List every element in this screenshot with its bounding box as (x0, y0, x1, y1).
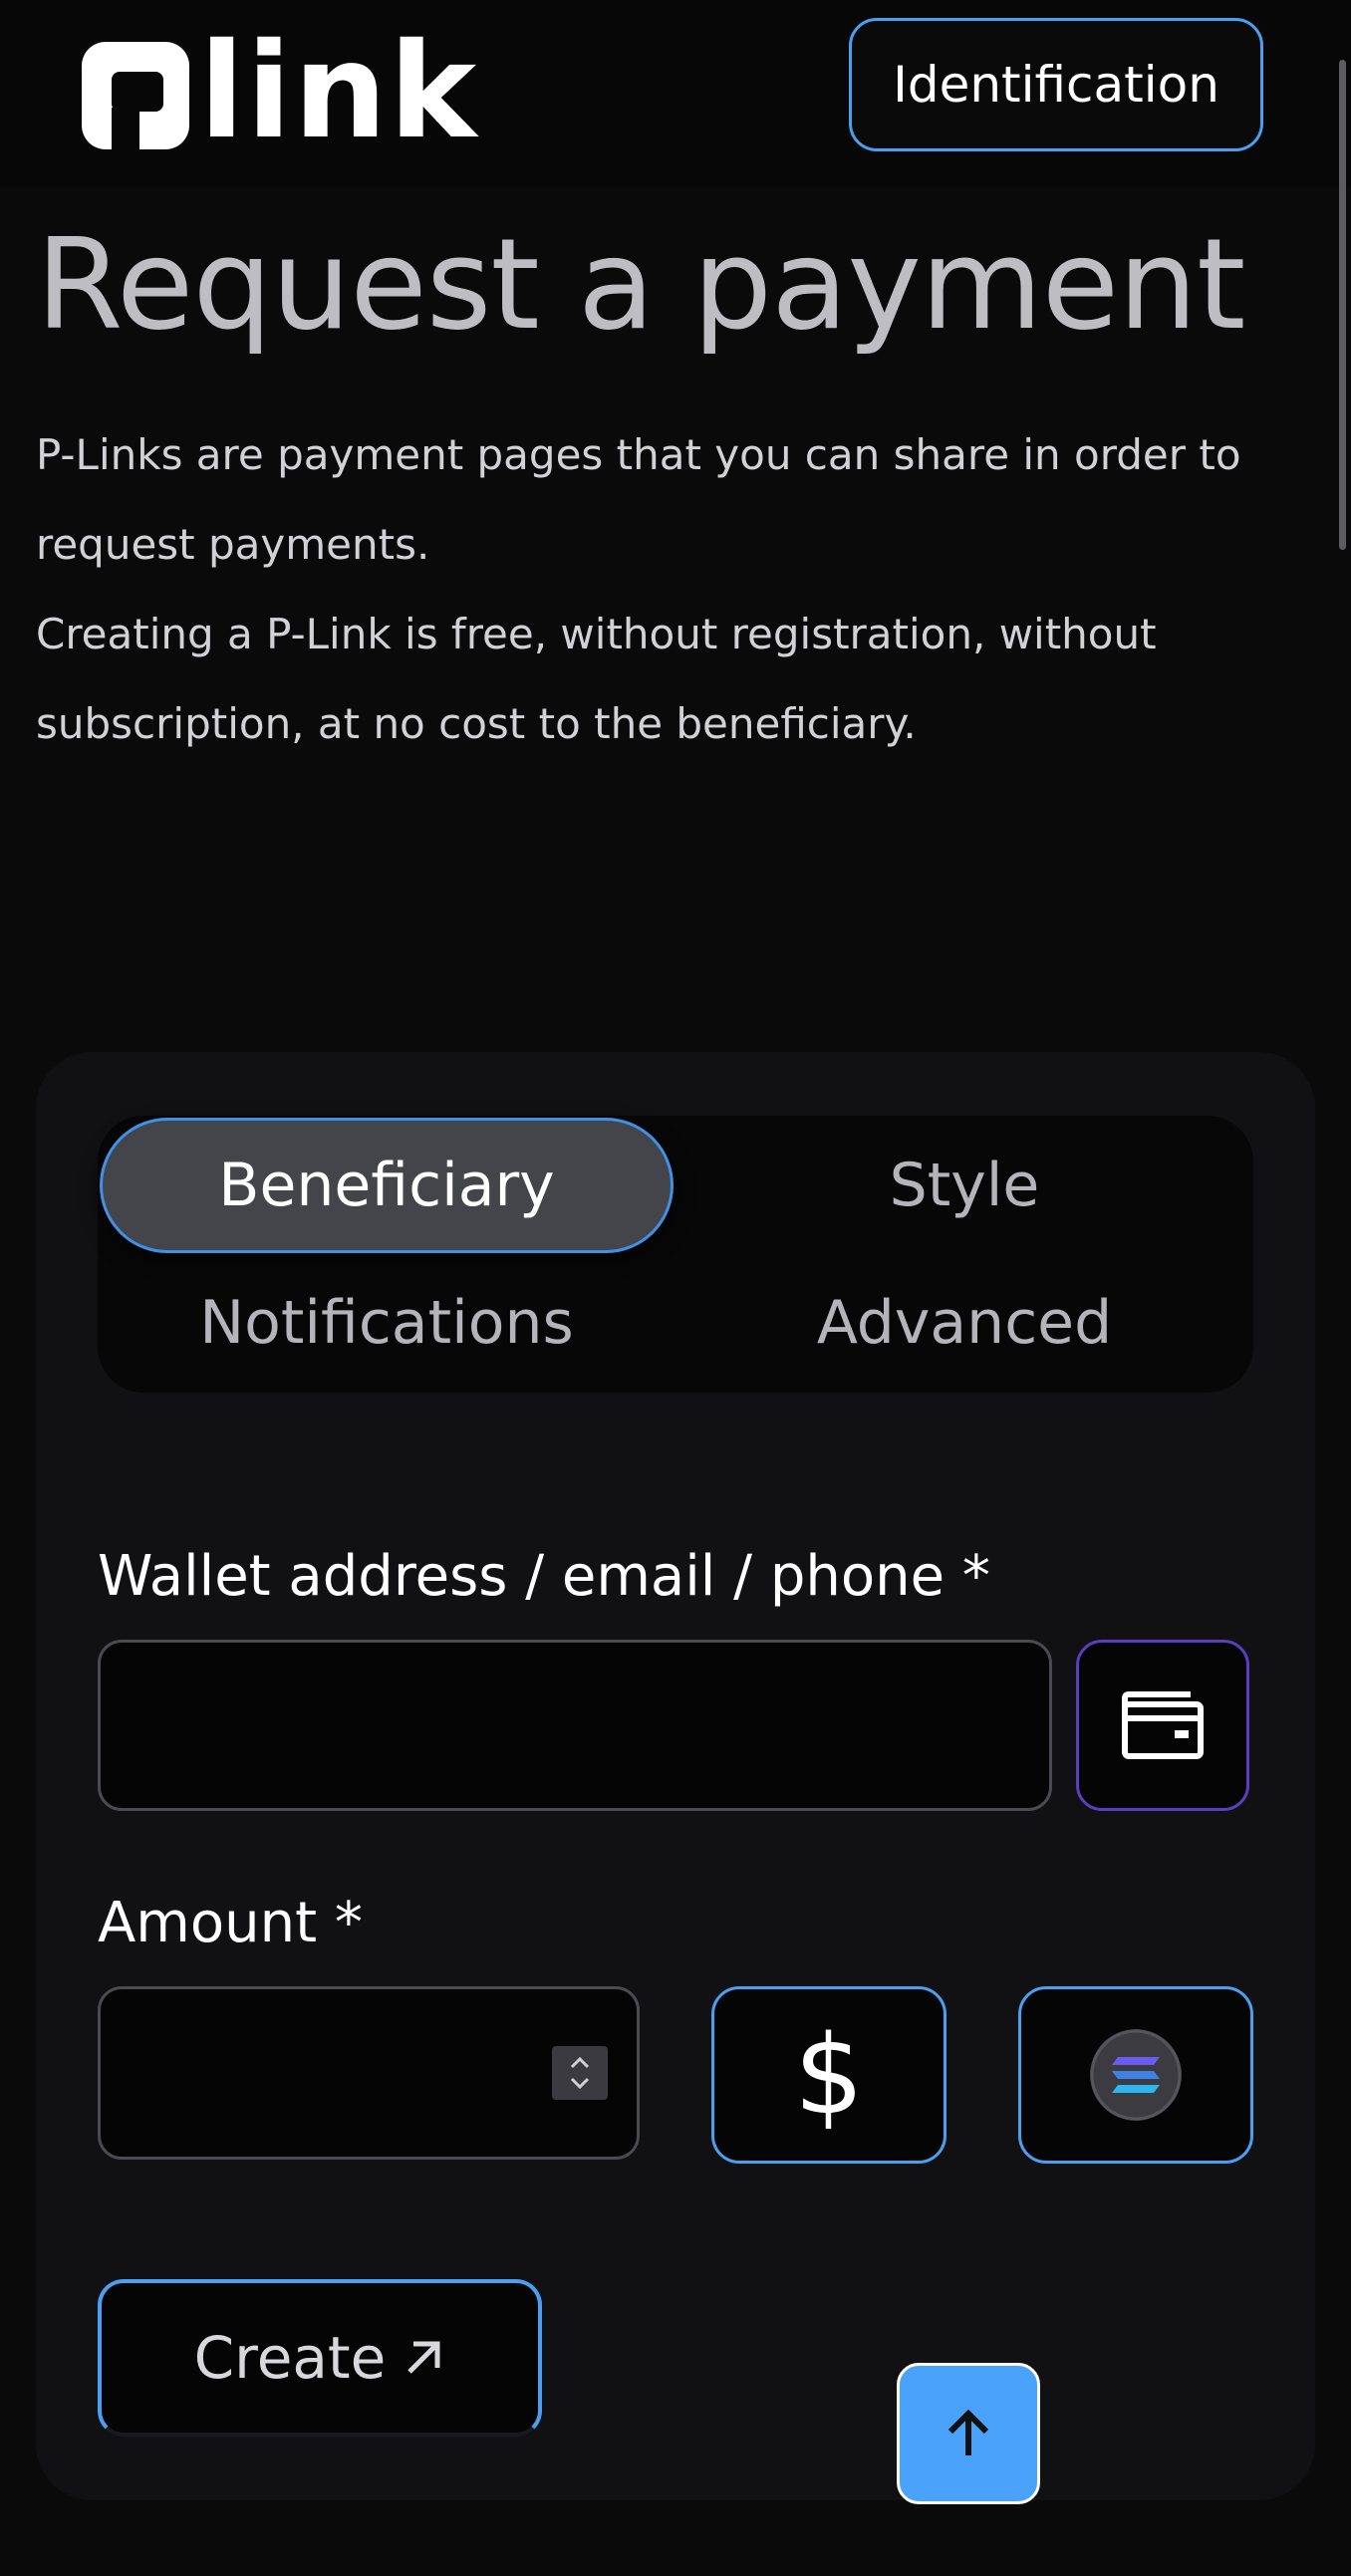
wallet-input-wrapper (98, 1640, 1052, 1811)
form-tabs: Beneficiary Style Notifications Advanced (98, 1116, 1253, 1393)
dollar-symbol: $ (794, 2011, 864, 2139)
scroll-to-top-button[interactable] (897, 2363, 1040, 2504)
tab-notifications[interactable]: Notifications (100, 1255, 674, 1391)
token-select-button[interactable] (1018, 1986, 1253, 2164)
currency-dollar-button[interactable]: $ (711, 1986, 946, 2164)
tab-style[interactable]: Style (677, 1118, 1251, 1253)
amount-stepper[interactable] (552, 2046, 608, 2100)
amount-field-label: Amount * (98, 1891, 363, 1955)
arrow-up-right-icon (407, 2341, 440, 2374)
intro-paragraph-2: Creating a P-Link is free, without regis… (36, 610, 1157, 748)
page-title: Request a payment (36, 211, 1245, 358)
page-scrollbar[interactable] (1339, 60, 1346, 550)
wallet-icon (1122, 1691, 1204, 1759)
create-button-label: Create (193, 2324, 387, 2392)
wallet-field-label: Wallet address / email / phone * (98, 1544, 990, 1609)
stepper-chevrons-icon (570, 2056, 590, 2090)
arrow-up-icon (947, 2409, 989, 2455)
payment-form-card: Beneficiary Style Notifications Advanced… (36, 1052, 1315, 2500)
tab-beneficiary[interactable]: Beneficiary (100, 1118, 674, 1253)
tab-advanced[interactable]: Advanced (677, 1255, 1251, 1391)
site-header: link Identification (0, 0, 1351, 187)
connect-wallet-button[interactable] (1076, 1640, 1249, 1811)
create-button[interactable]: Create (98, 2279, 542, 2437)
logo-text: link (199, 15, 479, 168)
solana-icon (1090, 2029, 1182, 2121)
identification-button[interactable]: Identification (849, 18, 1263, 151)
intro-text: P-Links are payment pages that you can s… (36, 410, 1301, 769)
plink-logo[interactable]: link (82, 26, 478, 157)
intro-paragraph-1: P-Links are payment pages that you can s… (36, 430, 1241, 569)
p-logo-icon (82, 42, 189, 149)
wallet-input[interactable] (101, 1643, 1049, 1808)
